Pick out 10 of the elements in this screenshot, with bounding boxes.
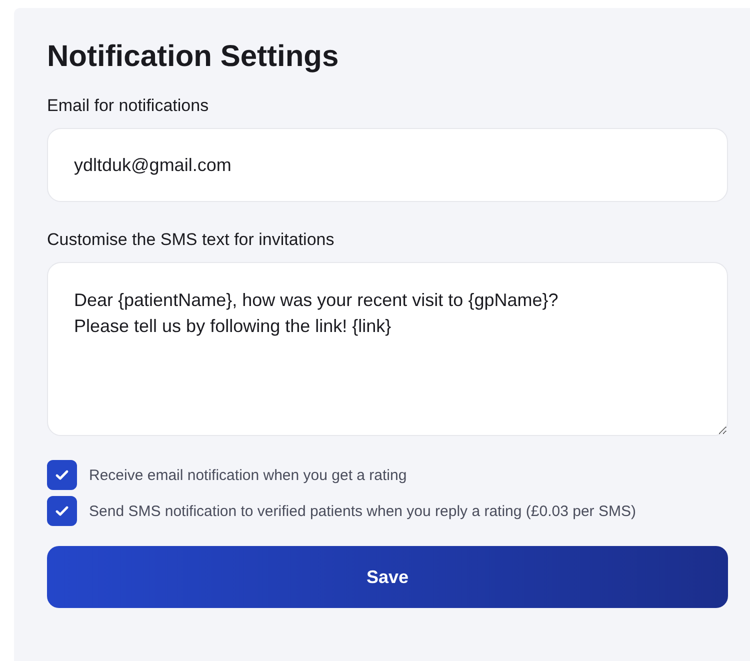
checkbox[interactable] — [47, 496, 77, 526]
checkbox[interactable] — [47, 460, 77, 490]
save-button[interactable]: Save — [47, 546, 728, 608]
field-label: Customise the SMS text for invitations — [47, 230, 336, 250]
email-field[interactable]: ydltduk@gmail.com — [47, 128, 728, 202]
page-title: Notification Settings — [47, 40, 340, 74]
sms-text-field[interactable]: Dear {patientName}, how was your recent visit to {gpName}? Please tell us by following the link! {link} — [47, 262, 728, 436]
checkbox-label: Send SMS notification to verified patients when you reply a rating (£0.03 per SMS) — [89, 502, 636, 520]
checkbox-label: Receive email notification when you get a rating — [89, 466, 407, 484]
field-label: Email for notifications — [47, 96, 210, 116]
